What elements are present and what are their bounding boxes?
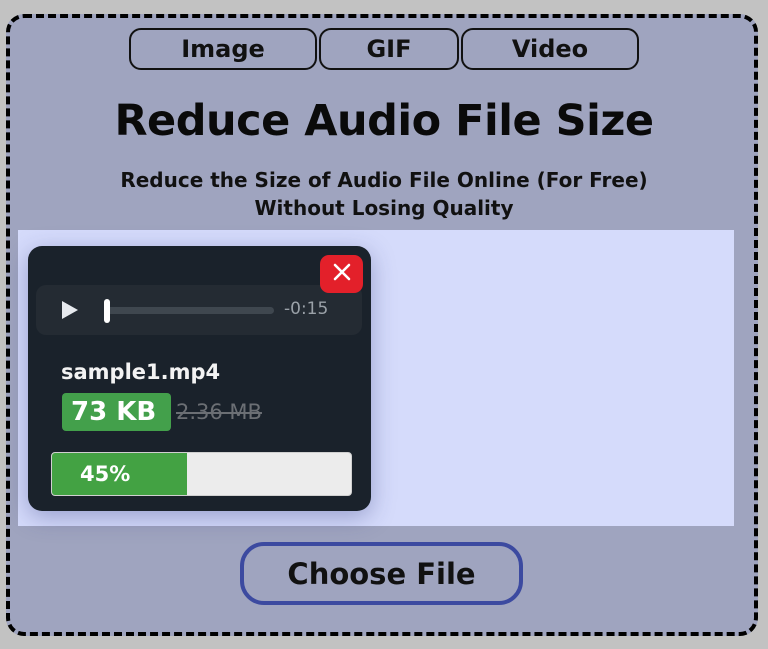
remove-file-button[interactable] bbox=[320, 255, 363, 293]
subtitle-line-2: Without Losing Quality bbox=[254, 196, 514, 220]
tab-gif[interactable]: GIF bbox=[319, 28, 459, 70]
original-size: 2.36 MB bbox=[176, 400, 262, 424]
seek-thumb[interactable] bbox=[104, 299, 110, 323]
format-tabs: Image GIF Video bbox=[129, 28, 639, 70]
tab-video[interactable]: Video bbox=[461, 28, 639, 70]
compression-progress-bar: 45% bbox=[51, 452, 352, 496]
choose-file-button[interactable]: Choose File bbox=[240, 542, 523, 605]
page-title: Reduce Audio File Size bbox=[114, 96, 654, 146]
play-icon[interactable] bbox=[60, 300, 80, 320]
progress-label: 45% bbox=[80, 462, 131, 486]
close-icon bbox=[332, 262, 352, 286]
compressed-size-badge: 73 KB bbox=[62, 393, 171, 431]
audio-player: -0:15 bbox=[36, 285, 362, 335]
subtitle-line-1: Reduce the Size of Audio File Online (Fo… bbox=[120, 168, 648, 192]
seek-bar[interactable] bbox=[104, 299, 274, 323]
file-name: sample1.mp4 bbox=[61, 360, 221, 384]
tab-image[interactable]: Image bbox=[129, 28, 317, 70]
page-subtitle: Reduce the Size of Audio File Online (Fo… bbox=[0, 166, 768, 222]
time-remaining: -0:15 bbox=[284, 299, 329, 319]
